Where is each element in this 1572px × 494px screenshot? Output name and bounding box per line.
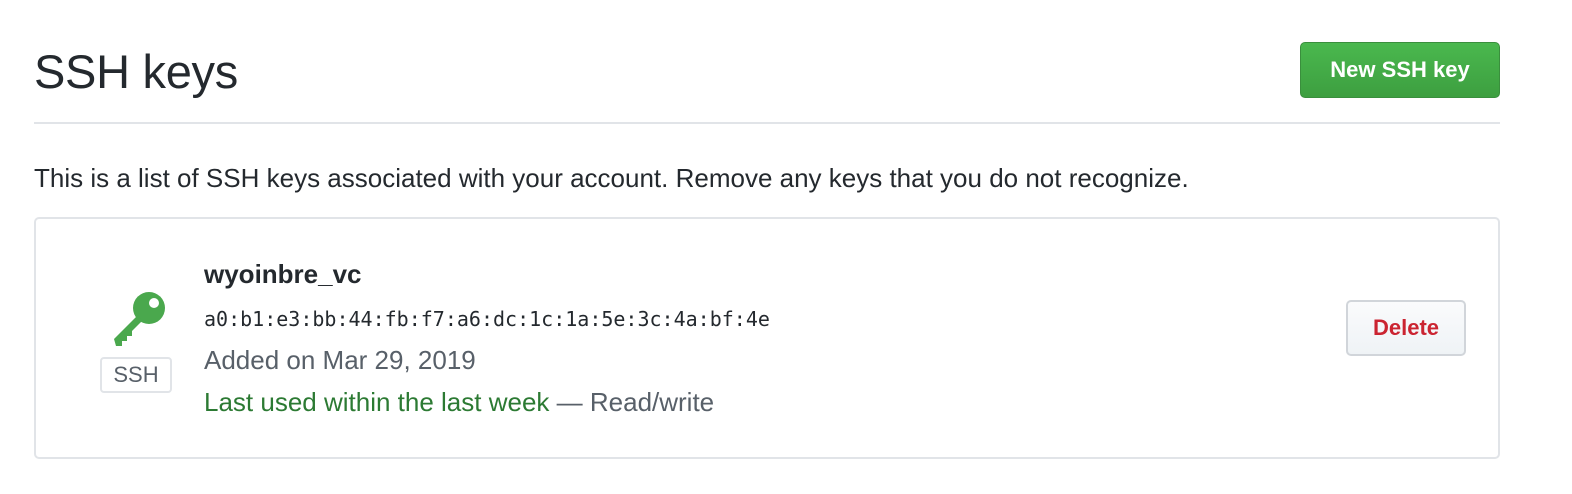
page-title: SSH keys: [34, 45, 238, 98]
page-description: This is a list of SSH keys associated wi…: [34, 163, 1189, 193]
key-icon-container: SSH: [100, 285, 174, 395]
key-icon: [114, 292, 165, 346]
page-header: SSH keys New SSH key: [34, 38, 1500, 124]
key-access-level: — Read/write: [549, 387, 715, 417]
key-added-date: Added on Mar 29, 2019: [204, 345, 476, 375]
key-title: wyoinbre_vc: [204, 259, 362, 289]
key-last-used: Last used within the last week: [204, 387, 550, 417]
new-ssh-key-button[interactable]: New SSH key: [1300, 42, 1500, 98]
ssh-key-list-item: SSH wyoinbre_vc a0:b1:e3:bb:44:fb:f7:a6:…: [34, 217, 1500, 459]
key-usage: Last used within the last week — Read/wr…: [204, 385, 714, 419]
key-fingerprint: a0:b1:e3:bb:44:fb:f7:a6:dc:1c:1a:5e:3c:4…: [204, 307, 770, 331]
delete-key-button[interactable]: Delete: [1346, 300, 1466, 356]
ssh-keys-page: SSH keys New SSH key This is a list of S…: [0, 0, 1572, 494]
ssh-badge: SSH: [100, 357, 172, 393]
